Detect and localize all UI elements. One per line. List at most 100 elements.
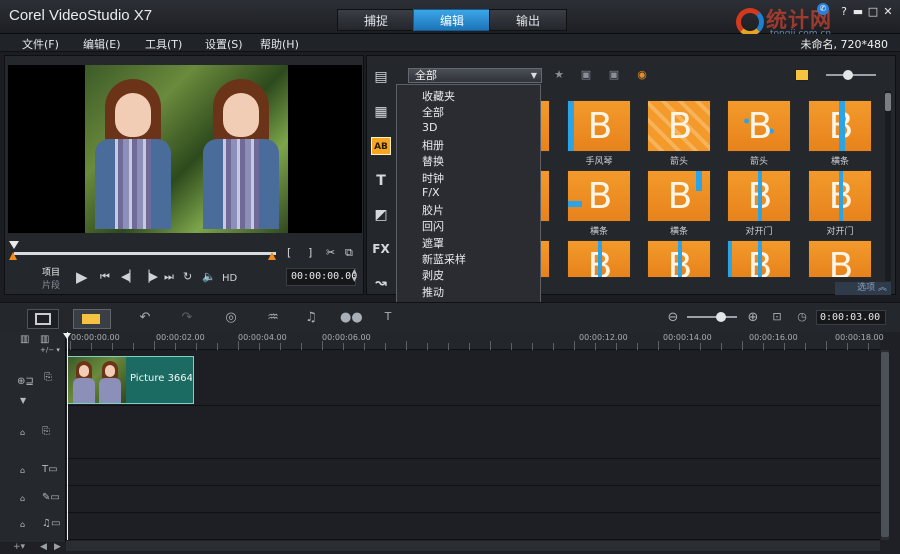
enlarge-preview-icon[interactable]: ⧉: [345, 246, 353, 260]
timeline-horizontal-scrollbar[interactable]: [66, 541, 880, 551]
menu-edit[interactable]: 编辑(E): [83, 36, 121, 52]
dropdown-item[interactable]: 全部: [422, 104, 444, 120]
mark-in-button[interactable]: [: [287, 246, 291, 259]
transition-tile[interactable]: B: [727, 100, 791, 152]
menu-tools[interactable]: 工具(T): [145, 36, 182, 52]
trim-start-marker-icon[interactable]: [9, 252, 17, 260]
dropdown-item[interactable]: 相册: [422, 137, 444, 153]
project-duration-field[interactable]: 0:00:03.00: [816, 310, 886, 325]
music-track[interactable]: [66, 513, 880, 540]
transition-tile[interactable]: B: [647, 100, 711, 152]
mark-out-button[interactable]: ]: [308, 246, 312, 259]
volume-icon[interactable]: 🔈: [202, 270, 216, 283]
dropdown-item[interactable]: 替换: [422, 153, 444, 169]
scroll-left-icon[interactable]: ◀: [40, 542, 47, 552]
next-frame-icon[interactable]: ▕▶: [141, 270, 158, 283]
dropdown-item[interactable]: 回闪: [422, 218, 444, 234]
end-icon[interactable]: ⏭: [164, 270, 174, 284]
dropdown-item[interactable]: 时钟: [422, 170, 444, 186]
dropdown-item[interactable]: 推动: [422, 284, 444, 300]
playhead[interactable]: [67, 332, 68, 540]
scroll-right-icon[interactable]: ▶: [54, 542, 61, 552]
menu-settings[interactable]: 设置(S): [205, 36, 243, 52]
dropdown-item[interactable]: 3D: [422, 121, 437, 134]
dropdown-item[interactable]: 收藏夹: [422, 88, 455, 104]
motion-tracking-icon[interactable]: ●●: [340, 310, 363, 328]
maximize-icon[interactable]: □: [866, 5, 880, 19]
timeline-vertical-scrollbar-thumb[interactable]: [881, 352, 889, 537]
dropdown-item[interactable]: 胶片: [422, 202, 444, 218]
menu-help[interactable]: 帮助(H): [260, 36, 299, 52]
record-capture-icon[interactable]: ◎: [222, 310, 240, 328]
undo-icon[interactable]: ↶: [137, 310, 153, 328]
voice-track[interactable]: [66, 486, 880, 513]
transition-tile[interactable]: B: [727, 170, 791, 222]
music-track-toggle-icon[interactable]: ⌂: [20, 520, 25, 529]
transition-tile[interactable]: B: [808, 170, 872, 222]
ripple-edit-icon[interactable]: ⊕⊒: [17, 376, 34, 387]
chapter-point-icon[interactable]: ▥: [40, 334, 49, 345]
filter-icon[interactable]: FX: [371, 240, 391, 258]
library-scrollbar[interactable]: [885, 91, 891, 281]
add-remove-marker-icon[interactable]: +/− ▾: [40, 346, 60, 354]
playhead-handle-icon[interactable]: [63, 333, 71, 339]
minimize-icon[interactable]: ▬: [851, 5, 865, 19]
show-thumbnails-icon[interactable]: [795, 69, 809, 81]
apply-random-transition-icon[interactable]: ▣: [577, 68, 595, 83]
add-favorite-icon[interactable]: ★: [550, 68, 568, 83]
timeline-corner-icon[interactable]: +▾: [13, 542, 25, 552]
transition-tile[interactable]: B: [647, 240, 711, 278]
options-button[interactable]: 选项 ︽: [835, 282, 891, 295]
trim-end-marker-icon[interactable]: [268, 252, 276, 260]
split-clip-icon[interactable]: ✂: [326, 246, 335, 259]
previous-frame-icon[interactable]: ◀▏: [121, 270, 138, 283]
transition-tile[interactable]: B: [808, 100, 872, 152]
storyboard-view-button[interactable]: [27, 309, 59, 329]
transition-tile[interactable]: B: [567, 100, 631, 152]
get-more-content-icon[interactable]: ◉: [633, 68, 651, 83]
subtitle-icon[interactable]: T: [381, 310, 395, 328]
sound-mixer-icon[interactable]: ♒: [264, 310, 282, 328]
preview-window[interactable]: [8, 65, 362, 233]
repeat-icon[interactable]: ↻: [183, 270, 192, 283]
title-track-toggle-icon[interactable]: ⌂: [20, 466, 25, 475]
dropdown-item[interactable]: 剥皮: [422, 267, 444, 283]
play-icon[interactable]: ▶: [76, 268, 88, 286]
dropdown-item[interactable]: F/X: [422, 186, 440, 199]
title-icon[interactable]: T: [371, 172, 391, 190]
voice-track-toggle-icon[interactable]: ⌂: [20, 494, 25, 503]
instant-project-icon[interactable]: ▦: [371, 103, 391, 121]
thumbnail-size-knob[interactable]: [843, 70, 853, 80]
graphic-icon[interactable]: ◩: [371, 206, 391, 224]
globe-icon[interactable]: ✆: [817, 3, 829, 15]
timeline-zoom-knob[interactable]: [716, 312, 726, 322]
track-manager-icon[interactable]: ▥: [20, 334, 29, 345]
auto-music-icon[interactable]: ♫: [302, 310, 320, 328]
zoom-in-icon[interactable]: ⊕: [746, 310, 760, 328]
home-icon[interactable]: ⏮: [100, 270, 110, 284]
timeline-clip[interactable]: Picture 3664712: [67, 356, 194, 404]
dropdown-item[interactable]: 遮罩: [422, 235, 444, 251]
timecode-field[interactable]: 00:00:00.00: [286, 268, 357, 286]
path-icon[interactable]: ↝: [371, 274, 391, 292]
scrub-bar[interactable]: [14, 252, 276, 255]
timecode-stepper-icon[interactable]: ▲ ▼: [352, 268, 357, 284]
tab-edit[interactable]: 编辑: [413, 9, 491, 31]
tab-capture[interactable]: 捕捉: [337, 9, 415, 31]
transition-icon[interactable]: AB: [371, 137, 391, 155]
title-track[interactable]: [66, 459, 880, 486]
transition-tile[interactable]: B: [647, 170, 711, 222]
apply-current-transition-icon[interactable]: ▣: [605, 68, 623, 83]
expand-tracks-icon[interactable]: ▼: [20, 396, 26, 405]
tab-share[interactable]: 输出: [489, 9, 567, 31]
media-icon[interactable]: ▤: [371, 68, 391, 86]
overlay-track[interactable]: [66, 406, 880, 459]
transition-tile[interactable]: B: [808, 240, 872, 278]
project-mode-label[interactable]: 项目: [42, 265, 60, 278]
overlay-track-toggle-icon[interactable]: ⌂: [20, 428, 25, 437]
hd-preview-button[interactable]: HD: [222, 273, 237, 284]
close-icon[interactable]: ✕: [881, 5, 895, 19]
dropdown-item[interactable]: 新蓝采样: [422, 251, 466, 267]
fit-project-icon[interactable]: ⊡: [770, 310, 784, 328]
transition-tile[interactable]: B: [727, 240, 791, 278]
